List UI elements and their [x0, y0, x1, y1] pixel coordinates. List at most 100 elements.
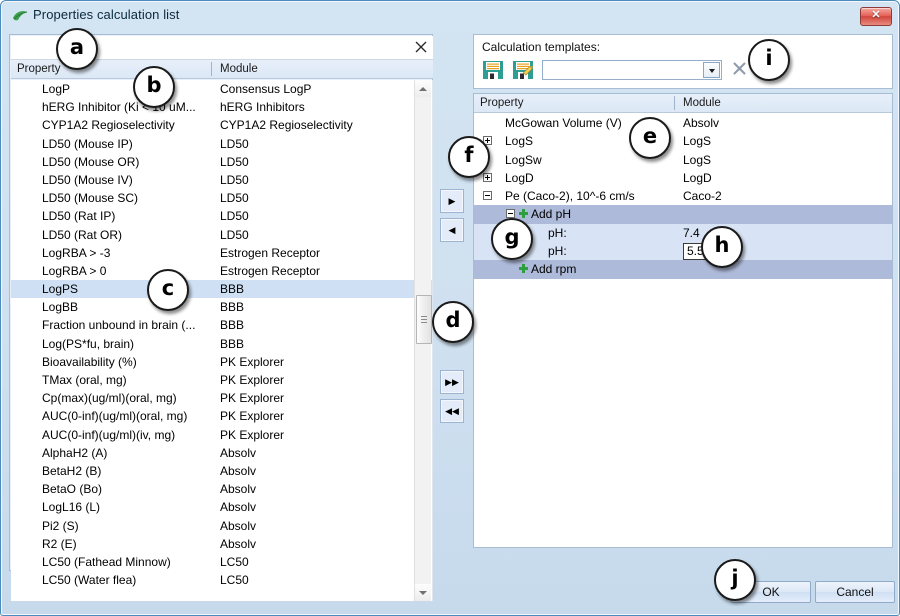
plus-bar: [522, 209, 525, 219]
tree-row[interactable]: LogSw LogS: [474, 151, 892, 169]
cancel-button[interactable]: Cancel: [815, 581, 895, 603]
available-properties-list[interactable]: LogP Consensus LogP hERG Inhibitor (Ki < 1…: [11, 80, 433, 601]
table-row[interactable]: BetaH2 (B) Absolv: [11, 462, 432, 480]
left-header-module[interactable]: Module: [220, 63, 258, 75]
template-select[interactable]: [542, 60, 722, 80]
selected-properties-panel: Property Module McGowan Volume (V) Absolv…: [473, 93, 893, 548]
tree-row-module: Caco-2: [683, 189, 722, 204]
table-row[interactable]: TMax (oral, mg) PK Explorer: [11, 371, 432, 389]
collapse-icon[interactable]: [483, 191, 492, 201]
tree-row[interactable]: pH: 7.4: [474, 223, 892, 243]
tree-row[interactable]: Add pH: [474, 205, 892, 224]
row-module: LD50: [220, 136, 249, 151]
table-row[interactable]: AUC(0-inf)(ug/ml)(iv, mg) PK Explorer: [11, 426, 432, 444]
scrollbar-thumb[interactable]: [416, 295, 432, 344]
tree-row[interactable]: McGowan Volume (V) Absolv: [474, 114, 892, 132]
table-row[interactable]: Cp(max)(ug/ml)(oral, mg) PK Explorer: [11, 389, 432, 407]
save-template-icon[interactable]: [482, 59, 504, 81]
row-property: LD50 (Rat IP): [42, 209, 116, 224]
tree-row-module: Absolv: [683, 116, 720, 130]
available-properties-panel: Property Module LogP Consensus LogP hERG I…: [9, 34, 433, 601]
table-row[interactable]: AlphaH2 (A) Absolv: [11, 444, 432, 462]
table-row[interactable]: LogRBA > -3 Estrogen Receptor: [11, 244, 432, 262]
scroll-up-button[interactable]: [415, 80, 431, 97]
scroll-down-button[interactable]: [415, 584, 431, 601]
add-plus-icon[interactable]: [519, 264, 528, 274]
row-module: LC50: [220, 554, 249, 569]
row-module: Absolv: [220, 518, 257, 533]
table-row[interactable]: R2 (E) Absolv: [11, 535, 432, 553]
row-module: PK Explorer: [220, 373, 285, 387]
row-module: LD50: [220, 227, 249, 242]
row-module: LD50: [220, 191, 249, 206]
table-row[interactable]: Log(PS*fu, brain) BBB: [11, 335, 432, 353]
table-row[interactable]: Pi2 (S) Absolv: [11, 517, 432, 535]
remove-selected-button[interactable]: ◀: [440, 218, 464, 242]
table-row[interactable]: LogP Consensus LogP: [11, 80, 432, 98]
table-row[interactable]: LD50 (Mouse IV) LD50: [11, 171, 432, 189]
tree-row[interactable]: LogS LogS: [474, 132, 892, 150]
chevron-down-icon: [708, 69, 715, 73]
callout-marker-a: a: [56, 28, 98, 70]
table-row[interactable]: LogPS BBB: [11, 280, 432, 299]
table-row[interactable]: BetaO (Bo) Absolv: [11, 480, 432, 498]
clear-filter-icon[interactable]: [414, 40, 428, 54]
row-property: AUC(0-inf)(ug/ml)(iv, mg): [42, 427, 176, 442]
table-row[interactable]: LogL16 (L) Absolv: [11, 498, 432, 516]
remove-all-button[interactable]: ◀◀: [440, 399, 464, 423]
row-property: CYP1A2 Regioselectivity: [42, 118, 175, 133]
add-all-button[interactable]: ▶▶: [440, 370, 464, 394]
row-module: BBB: [220, 318, 245, 333]
app-wave-leaf-icon: [12, 9, 28, 23]
table-row[interactable]: Bioavailability (%) PK Explorer: [11, 353, 432, 371]
table-row[interactable]: CYP1A2 Regioselectivity CYP1A2 Regioselec…: [11, 116, 432, 134]
table-row[interactable]: LD50 (Mouse OR) LD50: [11, 153, 432, 171]
close-button[interactable]: ✕: [860, 7, 892, 26]
close-icon: ✕: [871, 9, 881, 21]
row-property: LogRBA > -3: [42, 245, 111, 260]
table-row[interactable]: LC50 (Water flea) LC50: [11, 571, 432, 589]
template-select-input[interactable]: [546, 63, 690, 79]
row-module: CYP1A2 Regioselectivity: [220, 118, 353, 133]
tree-row-property: Add rpm: [531, 262, 577, 277]
template-dropdown-button[interactable]: [703, 62, 720, 78]
tree-row[interactable]: Pe (Caco-2), 10^-6 cm/s Caco-2: [474, 187, 892, 205]
add-selected-button[interactable]: ▶: [440, 189, 464, 213]
left-list-scrollbar[interactable]: [414, 80, 432, 601]
add-plus-icon[interactable]: [519, 209, 528, 219]
right-header-module[interactable]: Module: [683, 97, 721, 109]
chevron-down-icon: [419, 590, 427, 595]
table-row[interactable]: hERG Inhibitor (Ki < 10 uM... hERG Inhibi…: [11, 98, 432, 116]
row-property: Fraction unbound in brain (...: [42, 318, 196, 333]
row-property: BetaH2 (B): [42, 463, 102, 478]
delete-template-icon[interactable]: [732, 61, 747, 76]
table-row[interactable]: LD50 (Mouse SC) LD50: [11, 189, 432, 207]
table-row[interactable]: Fraction unbound in brain (... BBB: [11, 316, 432, 334]
table-row[interactable]: LD50 (Rat IP) LD50: [11, 207, 432, 225]
chevron-up-icon: [419, 86, 427, 91]
tree-row[interactable]: pH: 5.5: [474, 242, 892, 261]
double-arrow-left-icon: ◀◀: [445, 406, 459, 416]
right-header-divider: [674, 96, 675, 110]
table-row[interactable]: LD50 (Mouse IP) LD50: [11, 135, 432, 153]
table-row[interactable]: LogBB BBB: [11, 298, 432, 316]
table-row[interactable]: LD50 (Rat OR) LD50: [11, 226, 432, 244]
arrow-left-icon: ◀: [448, 225, 456, 235]
selected-properties-tree[interactable]: McGowan Volume (V) Absolv LogS LogS LogSw Log…: [474, 114, 892, 546]
table-row[interactable]: LC50 (Fathead Minnow) LC50: [11, 553, 432, 571]
save-template-as-icon[interactable]: [512, 59, 534, 81]
row-property: AUC(0-inf)(ug/ml)(oral, mg): [42, 409, 188, 424]
row-property: TMax (oral, mg): [42, 373, 127, 387]
row-module: Estrogen Receptor: [220, 245, 321, 260]
tree-row[interactable]: Add rpm: [474, 260, 892, 279]
row-property: LC50 (Water flea): [42, 573, 137, 588]
expand-icon[interactable]: [483, 172, 492, 182]
tree-row[interactable]: LogD LogD: [474, 169, 892, 187]
toggle-bar: [487, 174, 488, 180]
table-row[interactable]: LogRBA > 0 Estrogen Receptor: [11, 262, 432, 280]
table-row[interactable]: AUC(0-inf)(ug/ml)(oral, mg) PK Explorer: [11, 407, 432, 425]
row-module: Absolv: [220, 445, 257, 460]
callout-marker-b: b: [133, 66, 175, 108]
right-header-property[interactable]: Property: [480, 97, 523, 109]
left-header-property[interactable]: Property: [17, 63, 60, 75]
